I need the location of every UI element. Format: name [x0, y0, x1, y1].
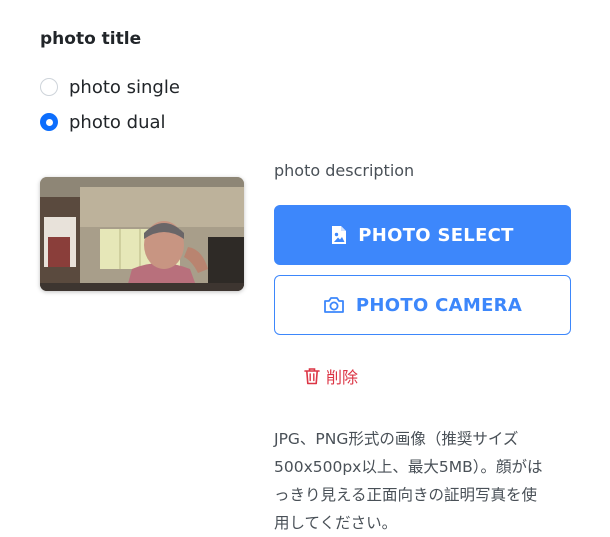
camera-icon — [323, 296, 345, 314]
delete-link[interactable]: 削除 — [304, 364, 358, 388]
radio-label: photo dual — [69, 111, 166, 133]
photo-select-label: PHOTO SELECT — [358, 224, 514, 246]
radio-photo-dual[interactable]: photo dual — [40, 111, 166, 133]
form-title: photo title — [40, 29, 142, 49]
help-line: っきり見える正面向きの証明写真を使 — [274, 486, 538, 504]
help-line: 用してください。 — [274, 514, 398, 532]
help-line: JPG、PNG形式の画像（推奨サイズ — [274, 430, 519, 448]
photo-camera-label: PHOTO CAMERA — [355, 294, 523, 316]
help-line: 500x500px以上、最大5MB）。顔がは — [274, 458, 543, 476]
radio-label: photo single — [69, 76, 180, 98]
trash-icon — [304, 367, 320, 385]
radio-button-checked[interactable] — [40, 113, 58, 131]
photo-camera-button[interactable]: PHOTO CAMERA — [274, 275, 571, 335]
photo-help-text: JPG、PNG形式の画像（推奨サイズ 500x500px以上、最大5MB）。顔が… — [274, 425, 574, 537]
radio-photo-single[interactable]: photo single — [40, 76, 180, 98]
photo-description: photo description — [274, 161, 415, 180]
image-file-icon — [331, 225, 347, 245]
radio-button[interactable] — [40, 78, 58, 96]
delete-label: 削除 — [326, 368, 359, 387]
photo-select-button[interactable]: PHOTO SELECT — [274, 205, 571, 265]
photo-preview — [40, 177, 244, 291]
